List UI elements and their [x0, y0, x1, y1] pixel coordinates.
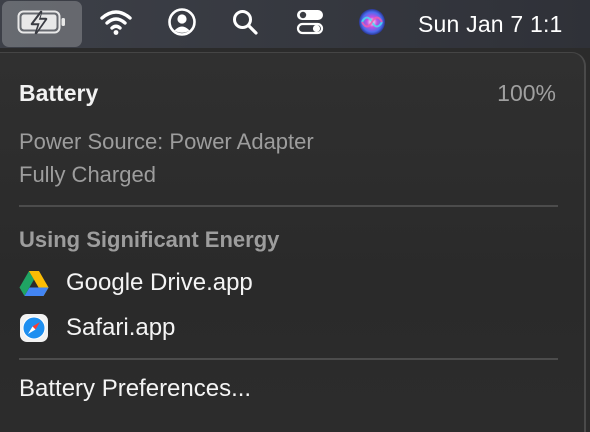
battery-charging-icon [17, 9, 67, 40]
energy-app-item-google-drive[interactable]: Google Drive.app [0, 263, 580, 303]
wifi-icon [99, 8, 133, 41]
energy-app-item-safari[interactable]: Safari.app [0, 308, 580, 348]
wifi-status-item[interactable] [96, 0, 136, 48]
battery-menu-panel: Battery 100% Power Source: Power Adapter… [0, 52, 586, 432]
battery-status-item[interactable] [2, 1, 82, 47]
menubar-clock[interactable]: Sun Jan 7 1:1 [418, 0, 590, 48]
battery-menu-title: Battery [19, 80, 99, 106]
user-account-item[interactable] [162, 0, 202, 48]
battery-percentage: 100% [497, 80, 556, 106]
control-center-item[interactable] [290, 0, 330, 48]
google-drive-icon [19, 268, 49, 298]
menu-divider [19, 205, 558, 207]
user-account-icon [167, 7, 197, 42]
menu-divider [19, 358, 558, 360]
siri-icon [357, 7, 387, 42]
menu-bar: Sun Jan 7 1:1 [0, 0, 590, 48]
spotlight-search-icon [231, 8, 259, 41]
safari-icon [19, 313, 49, 343]
clock-text: Sun Jan 7 1:1 [418, 10, 563, 37]
app-label: Safari.app [66, 314, 176, 341]
power-source-text: Power Source: Power Adapter [19, 129, 314, 154]
siri-item[interactable] [352, 0, 392, 48]
app-label: Google Drive.app [66, 269, 253, 296]
control-center-icon [295, 8, 325, 41]
energy-section-header: Using Significant Energy [19, 227, 280, 252]
battery-preferences-item[interactable]: Battery Preferences... [19, 375, 251, 403]
spotlight-item[interactable] [225, 0, 265, 48]
charge-status-text: Fully Charged [19, 162, 156, 187]
